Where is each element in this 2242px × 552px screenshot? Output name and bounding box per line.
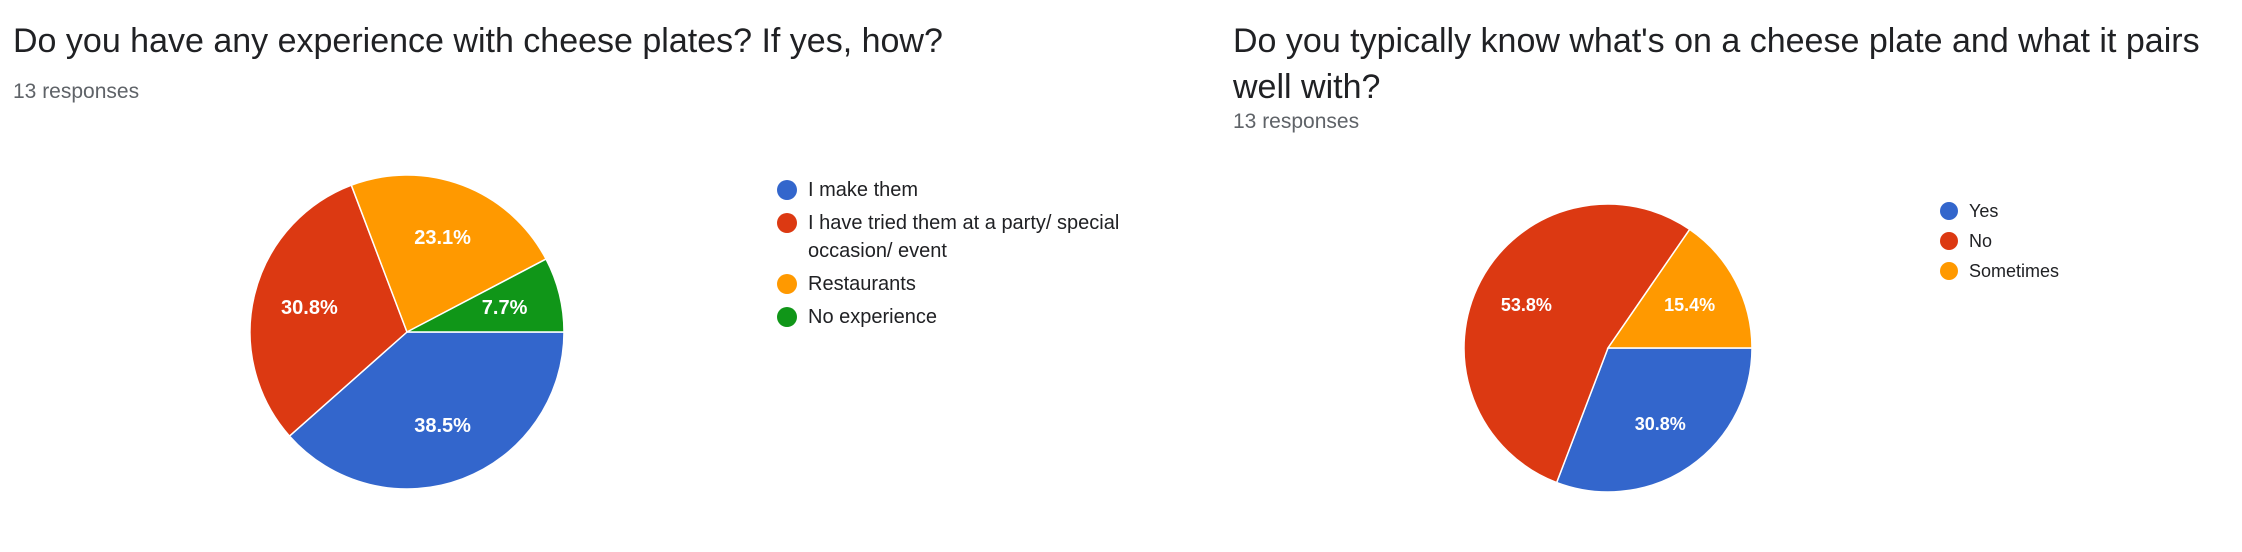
legend-label: Restaurants <box>808 273 916 295</box>
chart-panel-experience: Do you have any experience with cheese p… <box>0 0 1220 552</box>
legend-swatch <box>1940 262 1958 280</box>
slice-label: 30.8% <box>1635 414 1686 434</box>
legend-item-i-make-them[interactable]: I make them <box>777 176 1157 204</box>
response-count: 13 responses <box>1233 110 1360 133</box>
question-title: Do you typically know what's on a cheese… <box>1233 22 2200 106</box>
legend-item-no-experience[interactable]: No experience <box>777 303 1157 331</box>
legend-swatch <box>777 213 797 233</box>
pie-chart: 38.5% 30.8% 23.1% 7.7% <box>249 174 565 490</box>
legend-swatch <box>777 180 797 200</box>
legend-label: No experience <box>808 306 937 328</box>
legend-item-sometimes[interactable]: Sometimes <box>1940 258 2140 284</box>
legend-label: I make them <box>808 179 919 201</box>
pie-chart: 30.8% 53.8% 15.4% <box>1463 203 1753 493</box>
slice-label: 30.8% <box>281 297 338 319</box>
legend-swatch <box>1940 232 1958 250</box>
chart-legend: Yes No Sometimes <box>1940 198 2140 288</box>
legend-item-restaurants[interactable]: Restaurants <box>777 270 1157 298</box>
slice-label: 7.7% <box>482 297 528 319</box>
slice-label: 53.8% <box>1501 295 1552 315</box>
legend-swatch <box>777 307 797 327</box>
legend-swatch <box>777 274 797 294</box>
legend-item-no[interactable]: No <box>1940 228 2140 254</box>
slice-label: 23.1% <box>414 227 471 249</box>
legend-swatch <box>1940 202 1958 220</box>
legend-item-yes[interactable]: Yes <box>1940 198 2140 224</box>
legend-label: I have tried them at a party/ special oc… <box>808 212 1120 262</box>
chart-panel-knowledge: Do you typically know what's on a cheese… <box>1220 0 2242 552</box>
legend-label: Yes <box>1969 201 1999 221</box>
slice-label: 15.4% <box>1664 295 1715 315</box>
question-title: Do you have any experience with cheese p… <box>13 22 943 60</box>
chart-legend: I make them I have tried them at a party/… <box>777 176 1157 336</box>
legend-label: No <box>1969 231 1993 251</box>
legend-item-i-have-tried-them-at-a-party-special-occasion-event[interactable]: I have tried them at a party/ special oc… <box>777 209 1157 265</box>
response-count: 13 responses <box>13 80 140 103</box>
legend-label: Sometimes <box>1969 261 2060 281</box>
slice-label: 38.5% <box>414 415 471 437</box>
